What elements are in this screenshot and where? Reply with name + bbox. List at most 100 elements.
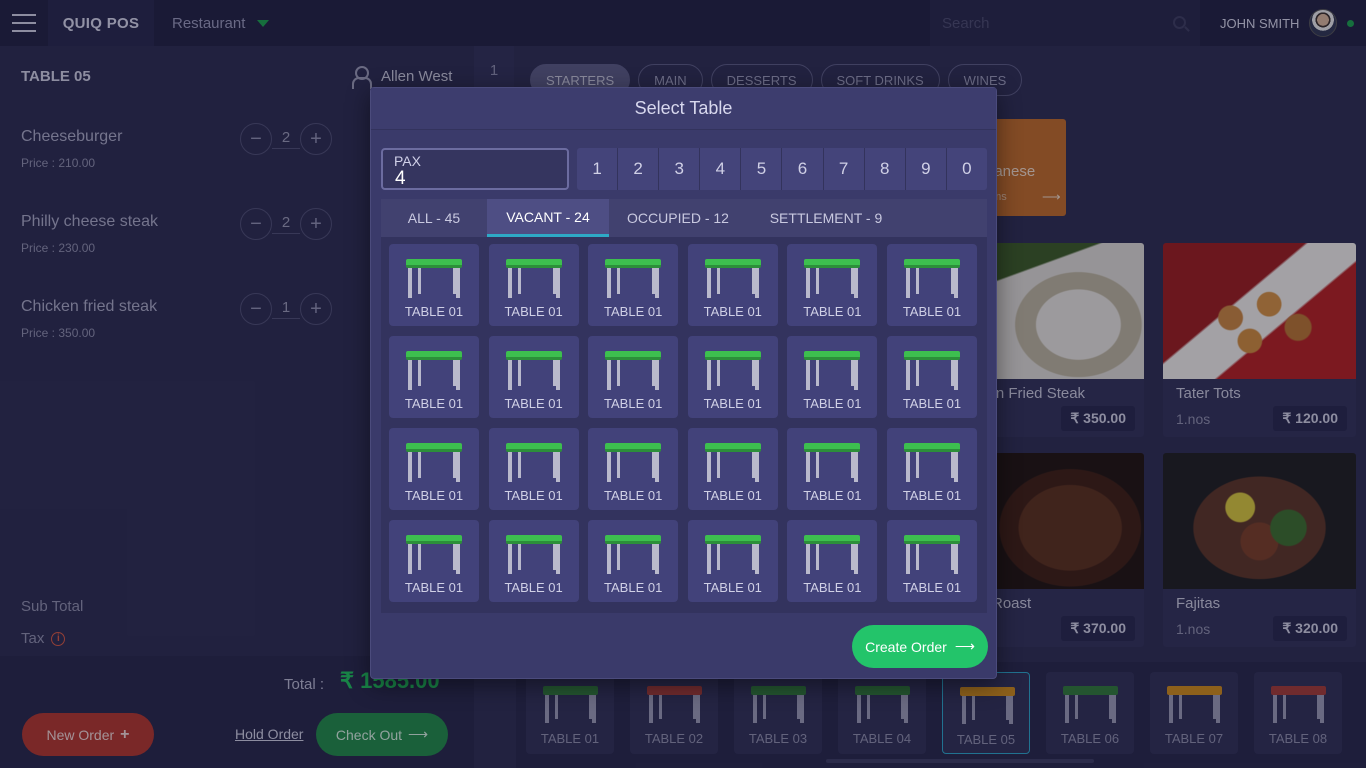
table-tile[interactable]: TABLE 01 <box>687 336 778 418</box>
numpad-key[interactable]: 5 <box>741 148 783 190</box>
table-icon <box>704 351 761 360</box>
table-label: TABLE 01 <box>404 488 464 503</box>
table-tile[interactable]: TABLE 01 <box>588 520 679 602</box>
table-icon <box>704 535 761 544</box>
tab-all[interactable]: ALL - 45 <box>381 199 487 237</box>
table-tile[interactable]: TABLE 01 <box>588 428 679 510</box>
numpad-key[interactable]: 7 <box>823 148 865 190</box>
table-grid-area: TABLE 01 TABLE 01 TABLE 01 TABLE 01 TABLE 01… <box>381 237 987 613</box>
table-label: TABLE 01 <box>902 304 962 319</box>
table-label: TABLE 01 <box>902 488 962 503</box>
table-label: TABLE 01 <box>404 304 464 319</box>
table-label: TABLE 01 <box>504 396 563 411</box>
table-icon <box>505 535 562 544</box>
table-icon <box>505 351 562 360</box>
table-tile[interactable]: TABLE 01 <box>687 428 778 510</box>
dialog-title: Select Table <box>371 88 996 130</box>
table-label: TABLE 01 <box>703 580 762 595</box>
numpad-key[interactable]: 3 <box>659 148 701 190</box>
table-legs <box>507 360 560 390</box>
table-tile[interactable]: TABLE 01 <box>787 336 878 418</box>
table-legs <box>706 544 759 574</box>
pax-field[interactable]: PAX <box>381 148 569 190</box>
table-label: TABLE 01 <box>703 396 762 411</box>
table-icon <box>605 259 662 268</box>
table-tile[interactable]: TABLE 01 <box>787 520 878 602</box>
table-legs <box>408 452 460 482</box>
table-label: TABLE 01 <box>504 304 563 319</box>
table-tile[interactable]: TABLE 01 <box>886 244 977 326</box>
create-order-button[interactable]: Create Order ⟶ <box>852 625 988 668</box>
table-legs <box>607 268 660 298</box>
table-icon <box>903 351 960 360</box>
table-label: TABLE 01 <box>803 396 862 411</box>
table-tile[interactable]: TABLE 01 <box>687 244 778 326</box>
table-legs <box>507 452 560 482</box>
table-tile[interactable]: TABLE 01 <box>389 244 479 326</box>
tab-vacant[interactable]: VACANT - 24 <box>487 199 609 237</box>
table-label: TABLE 01 <box>504 488 563 503</box>
table-legs <box>806 268 859 298</box>
table-icon <box>406 259 462 268</box>
table-icon <box>903 259 960 268</box>
numpad-key[interactable]: 0 <box>946 148 987 190</box>
table-legs <box>905 268 958 298</box>
table-icon <box>903 443 960 452</box>
table-tile[interactable]: TABLE 01 <box>687 520 778 602</box>
numpad: 1 2 3 4 5 6 7 8 9 0 <box>577 148 987 190</box>
table-tile[interactable]: TABLE 01 <box>488 244 579 326</box>
table-icon <box>804 351 861 360</box>
table-legs <box>706 452 759 482</box>
table-tile[interactable]: TABLE 01 <box>488 336 579 418</box>
pax-label: PAX <box>394 153 421 169</box>
table-legs <box>507 268 560 298</box>
table-tile[interactable]: TABLE 01 <box>886 428 977 510</box>
table-icon <box>804 443 861 452</box>
table-legs <box>806 544 859 574</box>
table-tile[interactable]: TABLE 01 <box>488 428 579 510</box>
table-label: TABLE 01 <box>504 580 563 595</box>
table-icon <box>605 443 662 452</box>
table-icon <box>505 259 562 268</box>
table-tile[interactable]: TABLE 01 <box>787 428 878 510</box>
table-icon <box>903 535 960 544</box>
table-legs <box>408 360 460 390</box>
table-tile[interactable]: TABLE 01 <box>886 520 977 602</box>
table-tile[interactable]: TABLE 01 <box>886 336 977 418</box>
table-icon <box>605 535 662 544</box>
numpad-key[interactable]: 2 <box>618 148 660 190</box>
table-legs <box>905 360 958 390</box>
table-tile[interactable]: TABLE 01 <box>389 520 479 602</box>
table-icon <box>804 535 861 544</box>
numpad-key[interactable]: 8 <box>864 148 906 190</box>
table-icon <box>406 443 462 452</box>
numpad-key[interactable]: 9 <box>905 148 947 190</box>
numpad-key[interactable]: 6 <box>782 148 824 190</box>
table-legs <box>408 268 460 298</box>
tab-occupied[interactable]: OCCUPIED - 12 <box>609 199 747 237</box>
table-label: TABLE 01 <box>404 396 464 411</box>
table-legs <box>607 544 660 574</box>
table-tile[interactable]: TABLE 01 <box>389 336 479 418</box>
table-label: TABLE 01 <box>604 396 663 411</box>
table-legs <box>607 452 660 482</box>
table-tile[interactable]: TABLE 01 <box>488 520 579 602</box>
arrow-right-icon: ⟶ <box>954 638 975 654</box>
table-tile[interactable]: TABLE 01 <box>588 244 679 326</box>
table-icon <box>505 443 562 452</box>
table-legs <box>408 544 460 574</box>
table-legs <box>905 544 958 574</box>
table-legs <box>607 360 660 390</box>
numpad-key[interactable]: 4 <box>700 148 742 190</box>
table-legs <box>806 360 859 390</box>
table-tile[interactable]: TABLE 01 <box>588 336 679 418</box>
table-tile[interactable]: TABLE 01 <box>787 244 878 326</box>
table-legs <box>507 544 560 574</box>
table-tile[interactable]: TABLE 01 <box>389 428 479 510</box>
tab-settlement[interactable]: SETTLEMENT - 9 <box>747 199 905 237</box>
numpad-key[interactable]: 1 <box>577 148 619 190</box>
table-label: TABLE 01 <box>803 304 862 319</box>
table-label: TABLE 01 <box>803 580 862 595</box>
table-icon <box>605 351 662 360</box>
pax-input[interactable] <box>395 168 555 190</box>
